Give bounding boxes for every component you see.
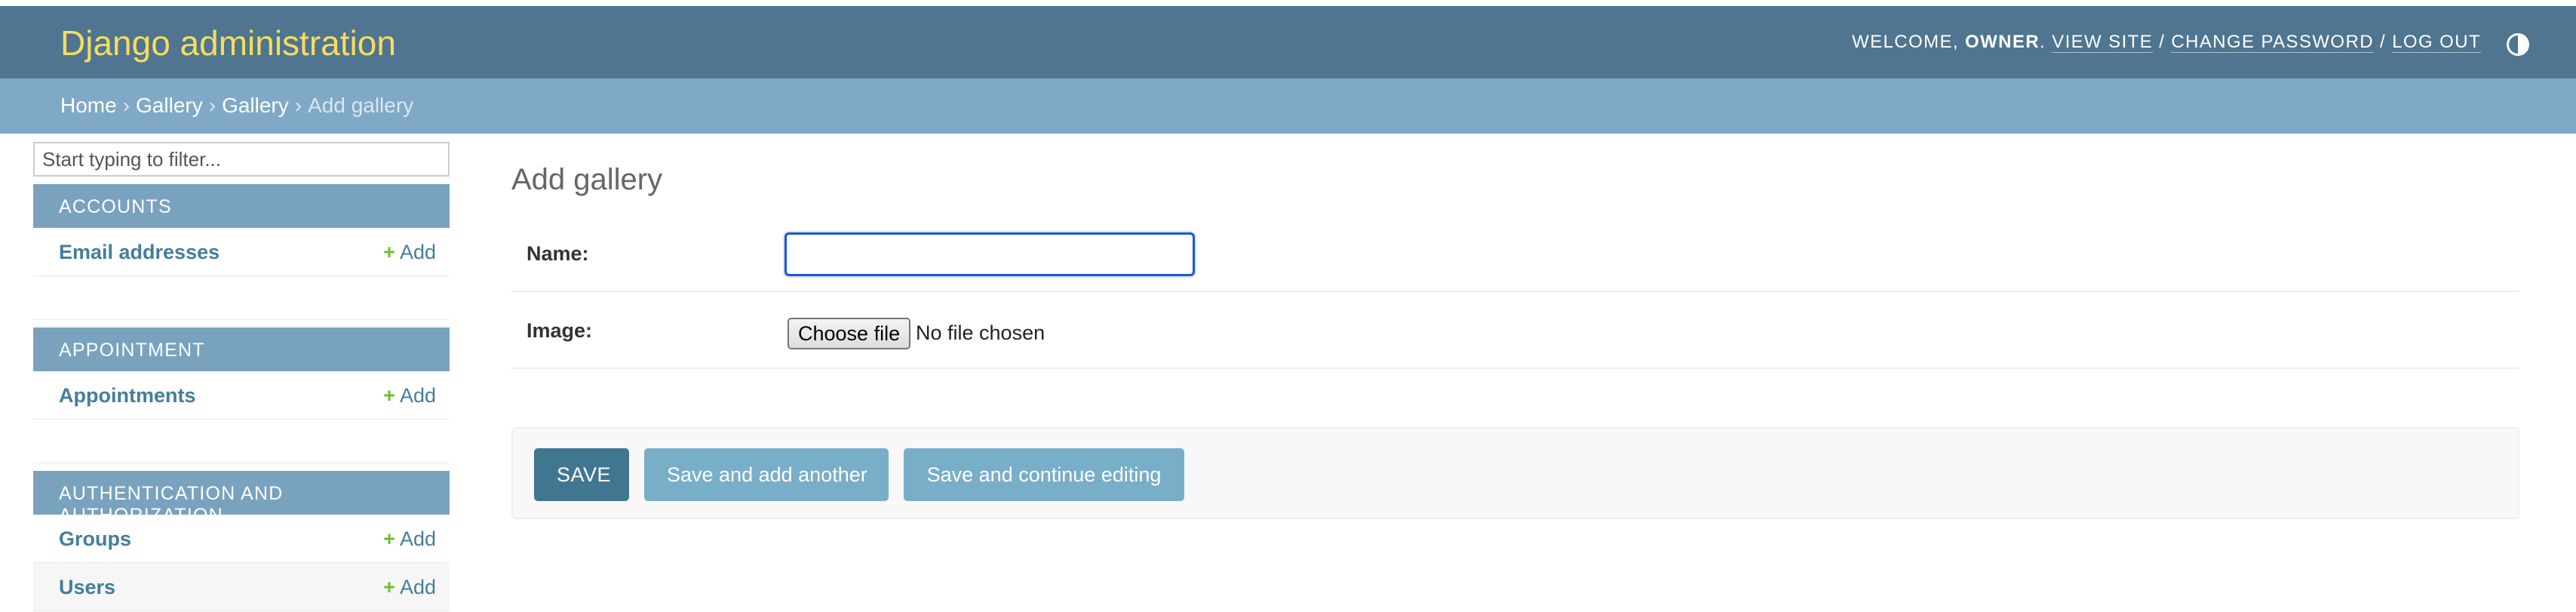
model-link[interactable]: Email addresses <box>59 241 220 264</box>
add-link[interactable]: + Add <box>383 527 436 551</box>
module-caption[interactable]: Appointment <box>33 328 450 371</box>
plus-icon: + <box>383 576 395 598</box>
plus-icon: + <box>383 527 395 550</box>
site-brand[interactable]: Django administration <box>60 23 396 63</box>
plus-icon: + <box>383 241 395 263</box>
separator: / <box>2159 32 2166 52</box>
welcome-text: Welcome, <box>1852 32 1959 52</box>
user-tools: Welcome, owner. View site / Change passw… <box>1852 32 2481 53</box>
breadcrumb-app-gallery[interactable]: Gallery <box>136 94 203 117</box>
model-link[interactable]: Appointments <box>59 384 196 407</box>
breadcrumb-home[interactable]: Home <box>60 94 117 117</box>
name-input[interactable] <box>784 232 1195 276</box>
form-row-image: Image: Choose file No file chosen <box>511 292 2519 369</box>
module-caption[interactable]: Accounts <box>33 184 450 228</box>
change-password-link[interactable]: Change password <box>2171 32 2374 53</box>
form-row-name: Name: <box>511 215 2519 292</box>
module-accounts: Accounts Email addresses + Add <box>33 184 450 320</box>
breadcrumb-separator: › <box>208 94 216 117</box>
site-header: Django administration Welcome, owner. Vi… <box>0 6 2576 78</box>
sidebar-item-users: Users + Add <box>33 563 450 611</box>
plus-icon: + <box>383 384 395 407</box>
file-status-text: No file chosen <box>916 321 1045 344</box>
breadcrumb-current: Add gallery <box>308 94 414 117</box>
nav-sidebar: Accounts Email addresses +Add Appointmen… <box>33 142 450 612</box>
breadcrumb-separator: › <box>294 94 302 117</box>
module-appointment: Appointment Appointments + Add <box>33 328 450 463</box>
save-button[interactable]: Save <box>534 448 629 501</box>
name-label: Name: <box>527 242 589 265</box>
contrast-toggle-icon[interactable] <box>2507 33 2529 56</box>
module-spacer <box>33 276 450 320</box>
model-link[interactable]: Groups <box>59 527 131 551</box>
breadcrumb-separator: › <box>122 94 130 117</box>
module-auth: Authentication and Authorization Groups … <box>33 471 450 611</box>
model-link[interactable]: Users <box>59 576 115 599</box>
sidebar-item-email-addresses: Email addresses + Add <box>33 228 450 276</box>
image-label: Image: <box>527 319 593 342</box>
page-title: Add gallery <box>511 163 663 196</box>
save-and-add-another-button[interactable]: Save and add another <box>644 448 889 501</box>
separator: / <box>2380 32 2387 52</box>
period: . <box>2040 32 2053 52</box>
sidebar-item-groups: Groups + Add <box>33 515 450 563</box>
view-site-link[interactable]: View site <box>2052 32 2154 53</box>
add-link[interactable]: + Add <box>383 576 436 599</box>
add-link[interactable]: + Add <box>383 241 436 264</box>
breadcrumb-model-gallery[interactable]: Gallery <box>222 94 289 117</box>
username: owner <box>1965 32 2040 52</box>
sidebar-item-appointments: Appointments + Add <box>33 371 450 420</box>
submit-row: Save Save and add another Save and conti… <box>511 427 2519 519</box>
save-and-continue-button[interactable]: Save and continue editing <box>904 448 1184 501</box>
log-out-link[interactable]: Log out <box>2392 32 2481 53</box>
add-link[interactable]: + Add <box>383 384 436 407</box>
module-caption[interactable]: Authentication and Authorization <box>33 471 450 526</box>
breadcrumb: Home › Gallery › Gallery › Add gallery <box>0 78 2576 134</box>
choose-file-button[interactable]: Choose file <box>788 318 911 349</box>
nav-filter-input[interactable] <box>33 142 450 177</box>
module-spacer <box>33 420 450 463</box>
top-strip <box>0 0 2576 6</box>
